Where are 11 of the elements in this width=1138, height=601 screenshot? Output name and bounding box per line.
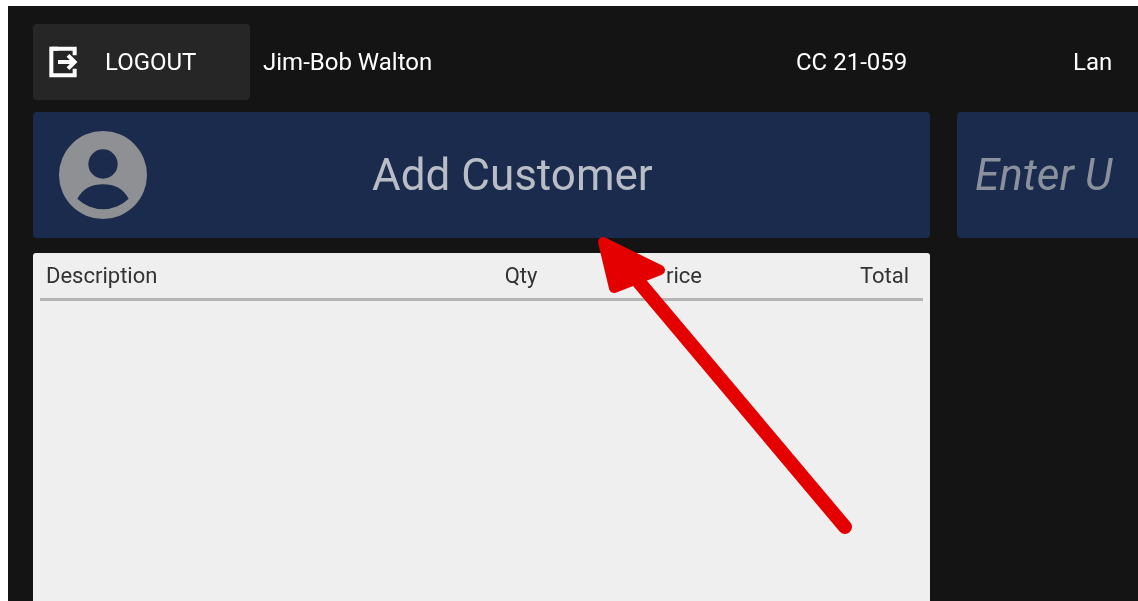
add-customer-button[interactable]: Add Customer [33, 112, 930, 238]
column-header: rice [666, 262, 703, 290]
column-header: Qty [503, 262, 539, 290]
user-name: Jim-Bob Walton [263, 47, 434, 78]
column-header: Total [858, 262, 910, 290]
column-header: Description [46, 262, 159, 290]
lane-label: Lan [1073, 47, 1113, 78]
user-avatar-icon [59, 131, 147, 219]
register-id: CC 21-059 [796, 47, 909, 78]
upc-field[interactable]: Enter U [957, 112, 1138, 238]
logout-button[interactable]: LOGOUT [33, 24, 250, 100]
